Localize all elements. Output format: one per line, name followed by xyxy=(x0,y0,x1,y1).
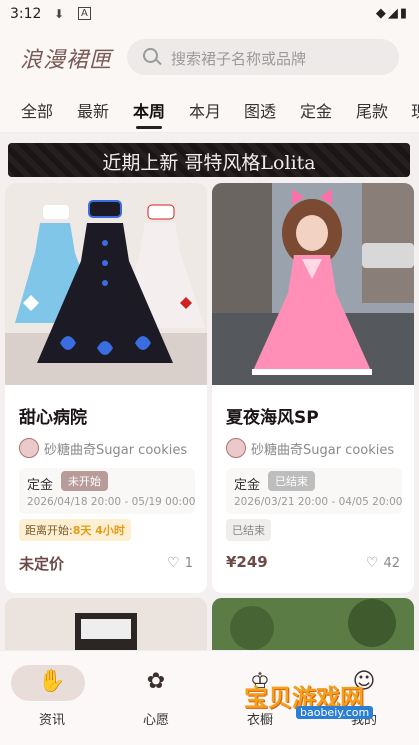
countdown-value: 8天 4小时 xyxy=(72,524,125,537)
product-image-partial xyxy=(212,598,414,658)
category-tabs: 全部 最新 本周 本月 图透 定金 尾款 现 xyxy=(0,86,419,133)
status-badge: 已结束 xyxy=(268,471,315,491)
product-image-pink-dress xyxy=(212,183,414,385)
app-header: 浪漫裙匣 搜索裙子名称或品牌 xyxy=(0,30,419,86)
nav-wishlist[interactable]: ✿ 心愿 xyxy=(104,651,208,745)
like-count: 1 xyxy=(184,556,193,571)
nav-label: 资讯 xyxy=(38,713,65,728)
countdown-prefix: 距离开始: xyxy=(25,524,73,537)
product-card-4[interactable] xyxy=(212,598,414,658)
product-image-nurse-dresses xyxy=(5,183,207,385)
shop-avatar xyxy=(19,438,39,458)
product-title: 夏夜海风SP xyxy=(226,408,319,428)
flower-icon: ✿ xyxy=(146,669,166,694)
nav-news[interactable]: ✋ 资讯 xyxy=(0,651,104,745)
heart-icon: ♡ xyxy=(167,555,180,571)
deposit-label: 定金 xyxy=(27,478,54,493)
tab-final-payment[interactable]: 尾款 xyxy=(356,98,388,122)
hand-icon: ✋ xyxy=(38,669,66,694)
text-notification-icon: A xyxy=(78,7,91,20)
tab-in-stock[interactable]: 现 xyxy=(411,98,419,122)
sale-info-box: 定金 未开始 2026/04/18 20:00 - 05/19 00:00 xyxy=(19,468,195,514)
tab-this-month[interactable]: 本月 xyxy=(189,98,221,122)
like-count: 42 xyxy=(383,556,400,571)
sale-info-box: 定金 已结束 2026/03/21 20:00 - 04/05 20:00 xyxy=(226,468,402,514)
search-input[interactable]: 搜索裙子名称或品牌 xyxy=(127,39,399,75)
banner-text: 近期上新 哥特风格Lolita xyxy=(102,152,316,174)
site-watermark: 宝贝游戏网 baobeiy.com xyxy=(244,668,394,724)
product-card-2[interactable]: 夏夜海风SP 砂糖曲奇Sugar cookies 定金 已结束 2026/03/… xyxy=(212,183,414,593)
search-icon xyxy=(143,48,158,63)
like-button[interactable]: ♡ 42 xyxy=(366,555,400,571)
download-icon: ⬇ xyxy=(54,7,65,21)
ended-badge: 已结束 xyxy=(226,519,271,541)
signal-battery-icons: ◆◢▮ xyxy=(375,6,409,21)
shop-avatar xyxy=(226,438,246,458)
shop-name: 砂糖曲奇Sugar cookies xyxy=(251,443,395,458)
product-price: ¥249 xyxy=(226,553,268,571)
product-image-partial xyxy=(5,598,207,658)
app-logo: 浪漫裙匣 xyxy=(20,48,113,73)
tab-latest[interactable]: 最新 xyxy=(77,98,109,122)
heart-icon: ♡ xyxy=(365,555,379,571)
status-badge: 未开始 xyxy=(61,471,108,491)
active-tab-indicator xyxy=(136,126,162,129)
product-title: 甜心病院 xyxy=(19,408,87,428)
status-bar: 3:12 ⬇ A ◆◢▮ xyxy=(0,0,419,30)
countdown-badge: 距离开始:8天 4小时 xyxy=(19,519,131,541)
tab-all[interactable]: 全部 xyxy=(21,98,53,122)
product-card-3[interactable] xyxy=(5,598,207,658)
nav-label: 心愿 xyxy=(142,713,169,728)
product-card-1[interactable]: 甜心病院 砂糖曲奇Sugar cookies 定金 未开始 2026/04/18… xyxy=(5,183,207,593)
sale-dates: 2026/04/18 20:00 - 05/19 00:00 xyxy=(27,496,196,508)
shop-name: 砂糖曲奇Sugar cookies xyxy=(44,443,188,458)
search-placeholder: 搜索裙子名称或品牌 xyxy=(171,50,307,68)
sale-dates: 2026/03/21 20:00 - 04/05 20:00 xyxy=(234,496,403,508)
tab-this-week[interactable]: 本周 xyxy=(133,98,165,122)
deposit-label: 定金 xyxy=(234,478,261,493)
tab-deposit[interactable]: 定金 xyxy=(300,98,332,122)
tab-preview[interactable]: 图透 xyxy=(244,98,276,122)
product-price: 未定价 xyxy=(19,555,65,573)
status-time: 3:12 xyxy=(10,6,42,22)
like-button[interactable]: ♡ 1 xyxy=(167,555,193,571)
watermark-url: baobeiy.com xyxy=(296,706,374,719)
promo-banner[interactable]: 近期上新 哥特风格Lolita xyxy=(8,143,410,177)
